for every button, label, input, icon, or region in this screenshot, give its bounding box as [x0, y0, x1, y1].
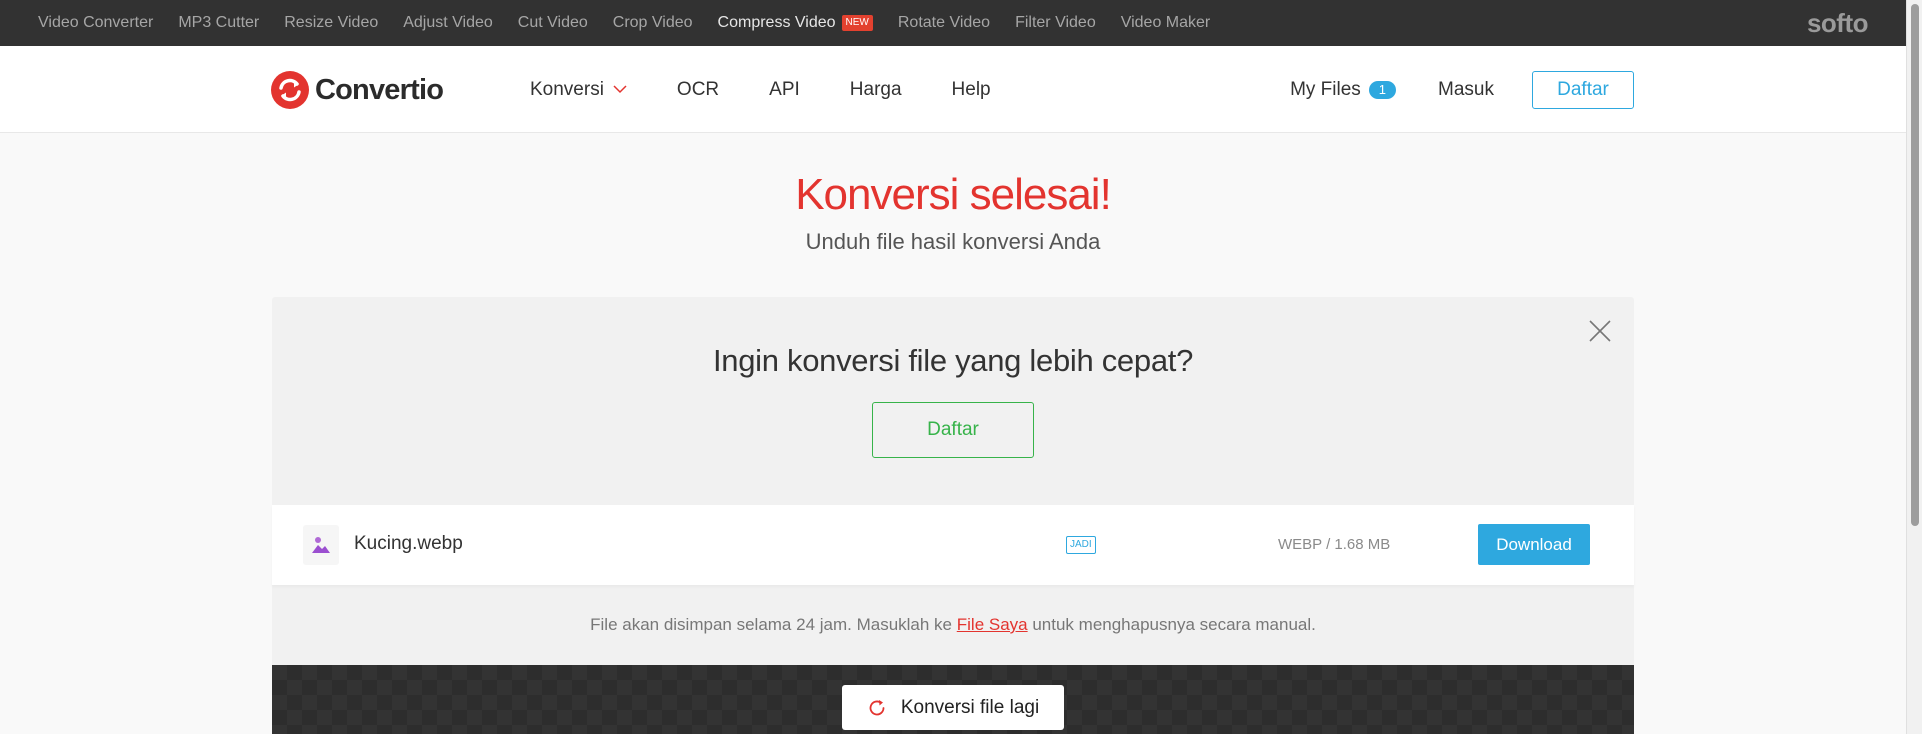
- promo-register-button[interactable]: Daftar: [872, 402, 1034, 458]
- page-title: Konversi selesai!: [795, 170, 1112, 219]
- storage-notice: File akan disimpan selama 24 jam. Masukl…: [272, 585, 1634, 665]
- promo-title: Ingin konversi file yang lebih cepat?: [712, 343, 1194, 378]
- softo-link-compress-video-label: Compress Video: [717, 14, 836, 31]
- my-files-count-badge: 1: [1368, 80, 1397, 99]
- softo-logo[interactable]: softo: [1807, 8, 1869, 39]
- softo-link-filter-video[interactable]: Filter Video: [1015, 14, 1096, 32]
- account-nav: My Files 1 Masuk Daftar: [1290, 46, 1634, 133]
- softo-link-video-maker[interactable]: Video Maker: [1121, 14, 1211, 32]
- file-meta: WEBP / 1.68 MB: [1278, 536, 1391, 553]
- file-row: Kucing.webp JADI WEBP / 1.68 MB Download: [272, 505, 1634, 585]
- close-icon[interactable]: [1586, 317, 1614, 345]
- nav-konversi-label: Konversi: [530, 78, 604, 100]
- nav-ocr[interactable]: OCR: [677, 79, 719, 101]
- nav-help[interactable]: Help: [952, 79, 991, 101]
- softo-link-compress-video[interactable]: Compress Video NEW: [718, 14, 873, 32]
- convertio-logo[interactable]: Convertio: [271, 71, 444, 109]
- nav-konversi[interactable]: Konversi: [530, 79, 627, 101]
- image-file-icon: [303, 525, 339, 565]
- nav-api[interactable]: API: [769, 79, 800, 101]
- page-subtitle: Unduh file hasil konversi Anda: [805, 229, 1101, 254]
- file-name: Kucing.webp: [354, 533, 463, 554]
- main-nav: Konversi OCR API Harga Help: [530, 46, 1041, 133]
- softo-link-video-converter[interactable]: Video Converter: [38, 14, 153, 32]
- nav-harga[interactable]: Harga: [850, 79, 902, 101]
- convert-again-label: Konversi file lagi: [900, 696, 1040, 718]
- convertio-logo-icon: [271, 71, 309, 109]
- convert-again-button[interactable]: Konversi file lagi: [842, 685, 1064, 730]
- softo-link-resize-video[interactable]: Resize Video: [284, 14, 378, 32]
- softo-link-rotate-video[interactable]: Rotate Video: [898, 14, 990, 32]
- softo-link-mp3-cutter[interactable]: MP3 Cutter: [178, 14, 259, 32]
- softo-link-adjust-video[interactable]: Adjust Video: [403, 14, 493, 32]
- convertio-logo-text: Convertio: [315, 73, 444, 106]
- promo-panel: Ingin konversi file yang lebih cepat? Da…: [272, 297, 1634, 505]
- register-button[interactable]: Daftar: [1532, 70, 1634, 109]
- download-button[interactable]: Download: [1478, 524, 1590, 565]
- my-files-link[interactable]: My Files 1: [1290, 78, 1397, 101]
- chevron-down-icon: [613, 85, 627, 94]
- softo-top-bar: Video Converter MP3 Cutter Resize Video …: [0, 0, 1922, 46]
- login-link[interactable]: Masuk: [1438, 79, 1494, 101]
- convert-again-area: Konversi file lagi: [272, 665, 1634, 734]
- notice-text-after: untuk menghapusnya secara manual.: [1027, 615, 1316, 634]
- new-badge: NEW: [841, 15, 873, 31]
- refresh-icon: [869, 699, 885, 715]
- notice-text-before: File akan disimpan selama 24 jam. Masukl…: [590, 615, 957, 634]
- result-card: Ingin konversi file yang lebih cepat? Da…: [272, 297, 1634, 734]
- file-saya-link[interactable]: File Saya: [957, 615, 1028, 634]
- softo-link-crop-video[interactable]: Crop Video: [613, 14, 693, 32]
- softo-link-cut-video[interactable]: Cut Video: [518, 14, 588, 32]
- scrollbar-thumb[interactable]: [1911, 4, 1919, 526]
- my-files-label: My Files: [1290, 78, 1361, 100]
- status-badge: JADI: [1066, 536, 1096, 554]
- page-scrollbar[interactable]: [1906, 0, 1922, 734]
- site-header: Convertio Konversi OCR API Harga Help My…: [0, 46, 1922, 133]
